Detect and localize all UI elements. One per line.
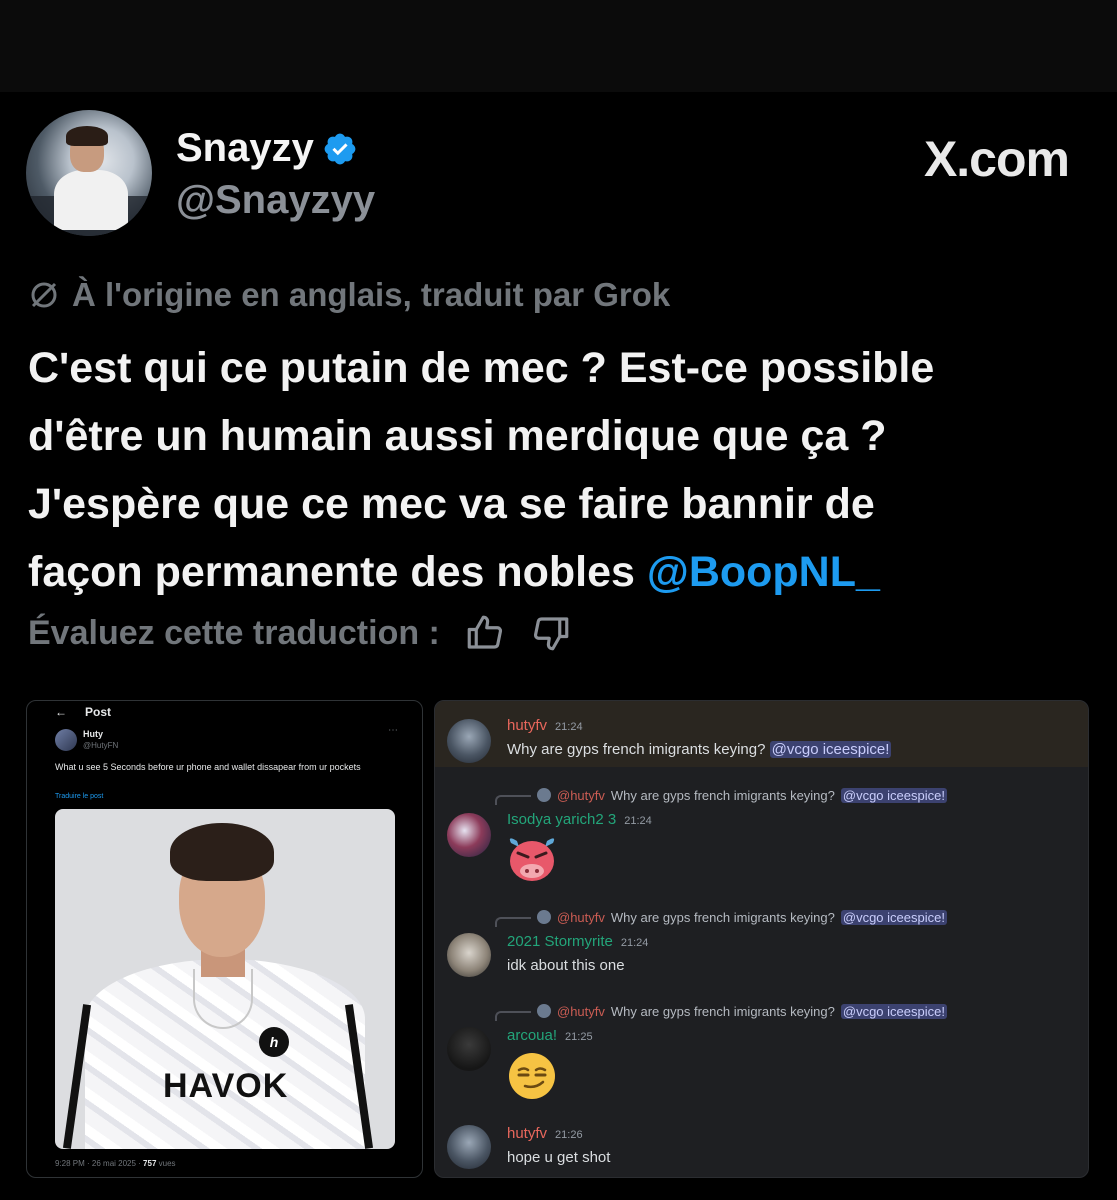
embedded-post-time: 9:28 PM · 26 mai 2025 · xyxy=(55,1159,144,1168)
reply-username: @hutyfv xyxy=(557,787,605,803)
embedded-post-text: What u see 5 Seconds before ur phone and… xyxy=(55,762,361,772)
message-body: Why are gyps french imigrants keying? xyxy=(507,741,766,758)
timestamp: 21:25 xyxy=(565,1031,593,1043)
avatar[interactable] xyxy=(447,719,491,763)
thumbs-up-icon[interactable] xyxy=(464,612,506,654)
message-author[interactable]: 2021 Stormyrite 21:24 xyxy=(507,933,648,950)
reply-preview[interactable]: @hutyfv Why are gyps french imigrants ke… xyxy=(495,785,947,805)
avatar[interactable] xyxy=(447,933,491,977)
translation-note: À l'origine en anglais, traduit par Grok xyxy=(28,276,670,314)
angry-cow-emoji xyxy=(509,838,555,881)
reply-connector xyxy=(495,917,531,927)
mention-pill[interactable]: @vcgo iceespice! xyxy=(840,909,947,925)
tweet-line: façon permanente des nobles @BoopNL_ xyxy=(28,538,1088,606)
timestamp: 21:24 xyxy=(620,937,649,949)
reply-username: @hutyfv xyxy=(557,1003,605,1019)
embedded-author-handle: @HutyFN xyxy=(83,741,119,750)
rate-translation-row: Évaluez cette traduction : xyxy=(28,612,572,654)
message-text: Why are gyps french imigrants keying? @v… xyxy=(507,741,892,758)
avatar[interactable] xyxy=(447,1125,491,1169)
reply-text: Why are gyps french imigrants keying? xyxy=(610,909,835,925)
message-author[interactable]: hutyfv 21:24 xyxy=(507,717,583,734)
reply-connector xyxy=(495,1011,531,1021)
more-dots-icon: ⋯ xyxy=(388,725,398,736)
embedded-photo: h HAVOK xyxy=(55,809,395,1149)
username[interactable]: Isodya yarich2 3 xyxy=(507,811,616,828)
reply-preview[interactable]: @hutyfv Why are gyps french imigrants ke… xyxy=(495,907,947,927)
username[interactable]: hutyfv xyxy=(507,717,547,734)
message-text: hope u get shot xyxy=(507,1149,611,1166)
reply-text: Why are gyps french imigrants keying? xyxy=(610,787,835,803)
message-author[interactable]: arcoua! 21:25 xyxy=(507,1027,593,1044)
embedded-author-name: Huty xyxy=(83,729,103,739)
avatar-hair xyxy=(66,126,108,146)
reply-preview[interactable]: @hutyfv Why are gyps french imigrants ke… xyxy=(495,1001,947,1021)
brand-watermark: X.com xyxy=(923,131,1070,187)
profile-avatar[interactable] xyxy=(26,110,152,236)
tweet-line-text: façon permanente des nobles xyxy=(28,548,647,596)
avatar[interactable] xyxy=(447,1027,491,1071)
photo-shirt-brand: HAVOK xyxy=(163,1067,289,1105)
post-top-bar: ← Post xyxy=(27,701,422,723)
embedded-author-avatar xyxy=(55,729,77,751)
tweet-line: d'être un humain aussi merdique que ça ? xyxy=(28,412,887,460)
discord-chat-screenshot[interactable]: hutyfv 21:24 Why are gyps french imigrant… xyxy=(434,700,1089,1178)
back-arrow-icon[interactable]: ← xyxy=(55,705,67,719)
embedded-post-footer: 9:28 PM · 26 mai 2025 · 757 vues xyxy=(55,1159,176,1168)
verified-badge-icon xyxy=(324,133,356,164)
message-author[interactable]: hutyfv 21:26 xyxy=(507,1125,583,1142)
embedded-translate-link: Traduire le post xyxy=(55,793,104,800)
reply-avatar xyxy=(537,788,551,802)
reply-text: Why are gyps french imigrants keying? xyxy=(610,1003,835,1019)
mention-pill[interactable]: @vcgo iceespice! xyxy=(769,741,892,758)
avatar[interactable] xyxy=(447,813,491,857)
username[interactable]: arcoua! xyxy=(507,1027,557,1044)
photo-shirt-logo: h xyxy=(259,1027,289,1057)
timestamp: 21:24 xyxy=(624,815,652,827)
name-row: Snayzy xyxy=(176,126,358,171)
mention-link[interactable]: @BoopNL_ xyxy=(647,548,880,596)
embedded-post-views: 757 xyxy=(143,1159,157,1168)
rate-translation-label: Évaluez cette traduction : xyxy=(28,613,440,652)
tweet-text: C'est qui ce putain de mec ? Est-ce poss… xyxy=(28,334,1088,606)
message-text: idk about this one xyxy=(507,957,625,974)
reply-connector xyxy=(495,795,531,805)
user-handle[interactable]: @Snayzyy xyxy=(176,178,375,223)
username[interactable]: hutyfv xyxy=(507,1125,547,1142)
display-name[interactable]: Snayzy xyxy=(176,126,314,171)
reply-username: @hutyfv xyxy=(557,909,605,925)
avatar-torso xyxy=(54,170,128,230)
translation-note-text: À l'origine en anglais, traduit par Grok xyxy=(72,276,671,313)
photo-chain xyxy=(193,969,253,1029)
embedded-post-views-label: vues xyxy=(156,1159,176,1168)
mention-pill[interactable]: @vcgo iceespice! xyxy=(840,1003,947,1019)
thumbs-down-icon[interactable] xyxy=(530,612,572,654)
username[interactable]: 2021 Stormyrite xyxy=(507,933,613,950)
translate-slash-icon xyxy=(31,282,57,308)
tweet-line: J'espère que ce mec va se faire bannir d… xyxy=(28,480,875,528)
timestamp: 21:26 xyxy=(555,1129,583,1141)
reply-avatar xyxy=(537,1004,551,1018)
embedded-post-screenshot[interactable]: ← Post Huty @HutyFN ⋯ What u see 5 Secon… xyxy=(26,700,423,1178)
mention-pill[interactable]: @vcgo iceespice! xyxy=(840,787,947,803)
tweet-line: C'est qui ce putain de mec ? Est-ce poss… xyxy=(28,344,935,392)
smirk-emoji xyxy=(509,1053,555,1099)
timestamp: 21:24 xyxy=(555,721,583,733)
message-author[interactable]: Isodya yarich2 3 21:24 xyxy=(507,811,652,828)
top-bar xyxy=(0,0,1117,92)
reply-avatar xyxy=(537,910,551,924)
post-bar-title: Post xyxy=(85,705,112,719)
photo-hair xyxy=(170,823,274,881)
